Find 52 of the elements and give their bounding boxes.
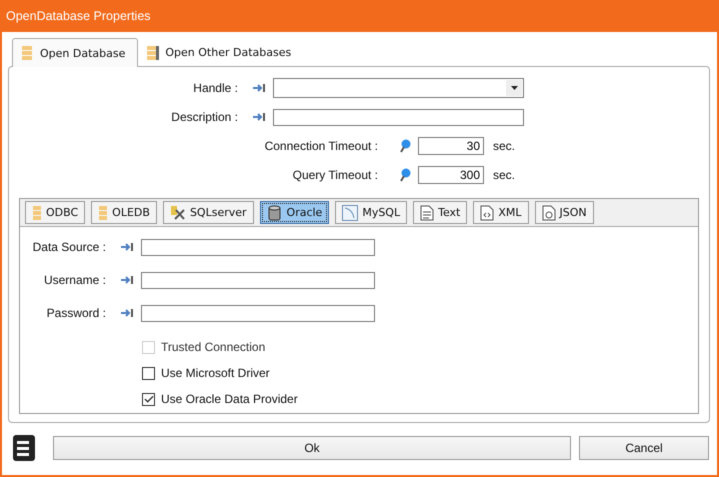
provider-button[interactable]: XML	[473, 201, 529, 224]
code-file-icon	[480, 204, 494, 220]
checkbox-label: Use Microsoft Driver	[161, 366, 270, 380]
provider-button[interactable]: ODBC	[25, 201, 86, 224]
provider-button[interactable]: Oracle	[260, 201, 330, 224]
code-file-icon	[542, 204, 556, 220]
text-field[interactable]	[141, 304, 375, 322]
database-icon	[32, 204, 42, 220]
dialog-button[interactable]: Ok	[53, 436, 571, 460]
description-field[interactable]	[273, 108, 524, 126]
database-icon	[21, 45, 35, 61]
document-icon	[420, 204, 434, 220]
checkbox-label: Use Oracle Data Provider	[161, 392, 298, 406]
timeout-field[interactable]: 300	[418, 166, 484, 184]
field-label: Description :	[170, 110, 238, 124]
field-label: Query Timeout :	[292, 168, 378, 182]
provider-button[interactable]: OLEDB	[91, 201, 157, 224]
field-label: Data Source :	[32, 240, 106, 254]
arrow-icon	[252, 83, 266, 93]
provider-button[interactable]: JSON	[534, 201, 594, 224]
database-icon	[98, 204, 108, 220]
arrow-icon	[120, 308, 134, 318]
timeout-field[interactable]: 30	[418, 137, 484, 155]
pin-icon	[399, 139, 411, 153]
pin-icon	[399, 168, 411, 182]
field-label: Connection Timeout :	[264, 139, 378, 153]
provider-button[interactable]: SQLserver	[162, 201, 254, 224]
field-label: Password :	[46, 306, 106, 320]
provider-button[interactable]: Text	[413, 201, 468, 224]
caret-icon	[510, 86, 518, 90]
tab[interactable]: Open Other Databases	[138, 38, 304, 67]
dialog-button[interactable]: Cancel	[579, 436, 709, 460]
tools-icon	[170, 204, 186, 220]
unit-label: sec.	[493, 139, 516, 153]
text-field[interactable]	[141, 272, 375, 288]
unit-label: sec.	[493, 168, 516, 182]
window-title: OpenDatabase Properties	[6, 9, 151, 23]
database-icon	[146, 44, 160, 60]
handle-dropdown[interactable]	[273, 78, 524, 98]
field-label: Handle :	[192, 81, 238, 95]
text-field[interactable]	[141, 238, 375, 256]
provider-button[interactable]: MySQL	[335, 201, 408, 224]
field-label: Username :	[42, 273, 106, 287]
tab[interactable]: Open Database	[12, 38, 138, 67]
checkbox[interactable]	[142, 366, 155, 380]
arrow-icon	[120, 242, 134, 252]
checkbox[interactable]	[142, 392, 155, 406]
arrow-icon	[252, 112, 266, 122]
arrow-icon	[120, 275, 134, 285]
cylinder-icon	[266, 204, 283, 220]
server-icon	[13, 435, 35, 461]
checkbox-label: Trusted Connection	[161, 340, 266, 354]
